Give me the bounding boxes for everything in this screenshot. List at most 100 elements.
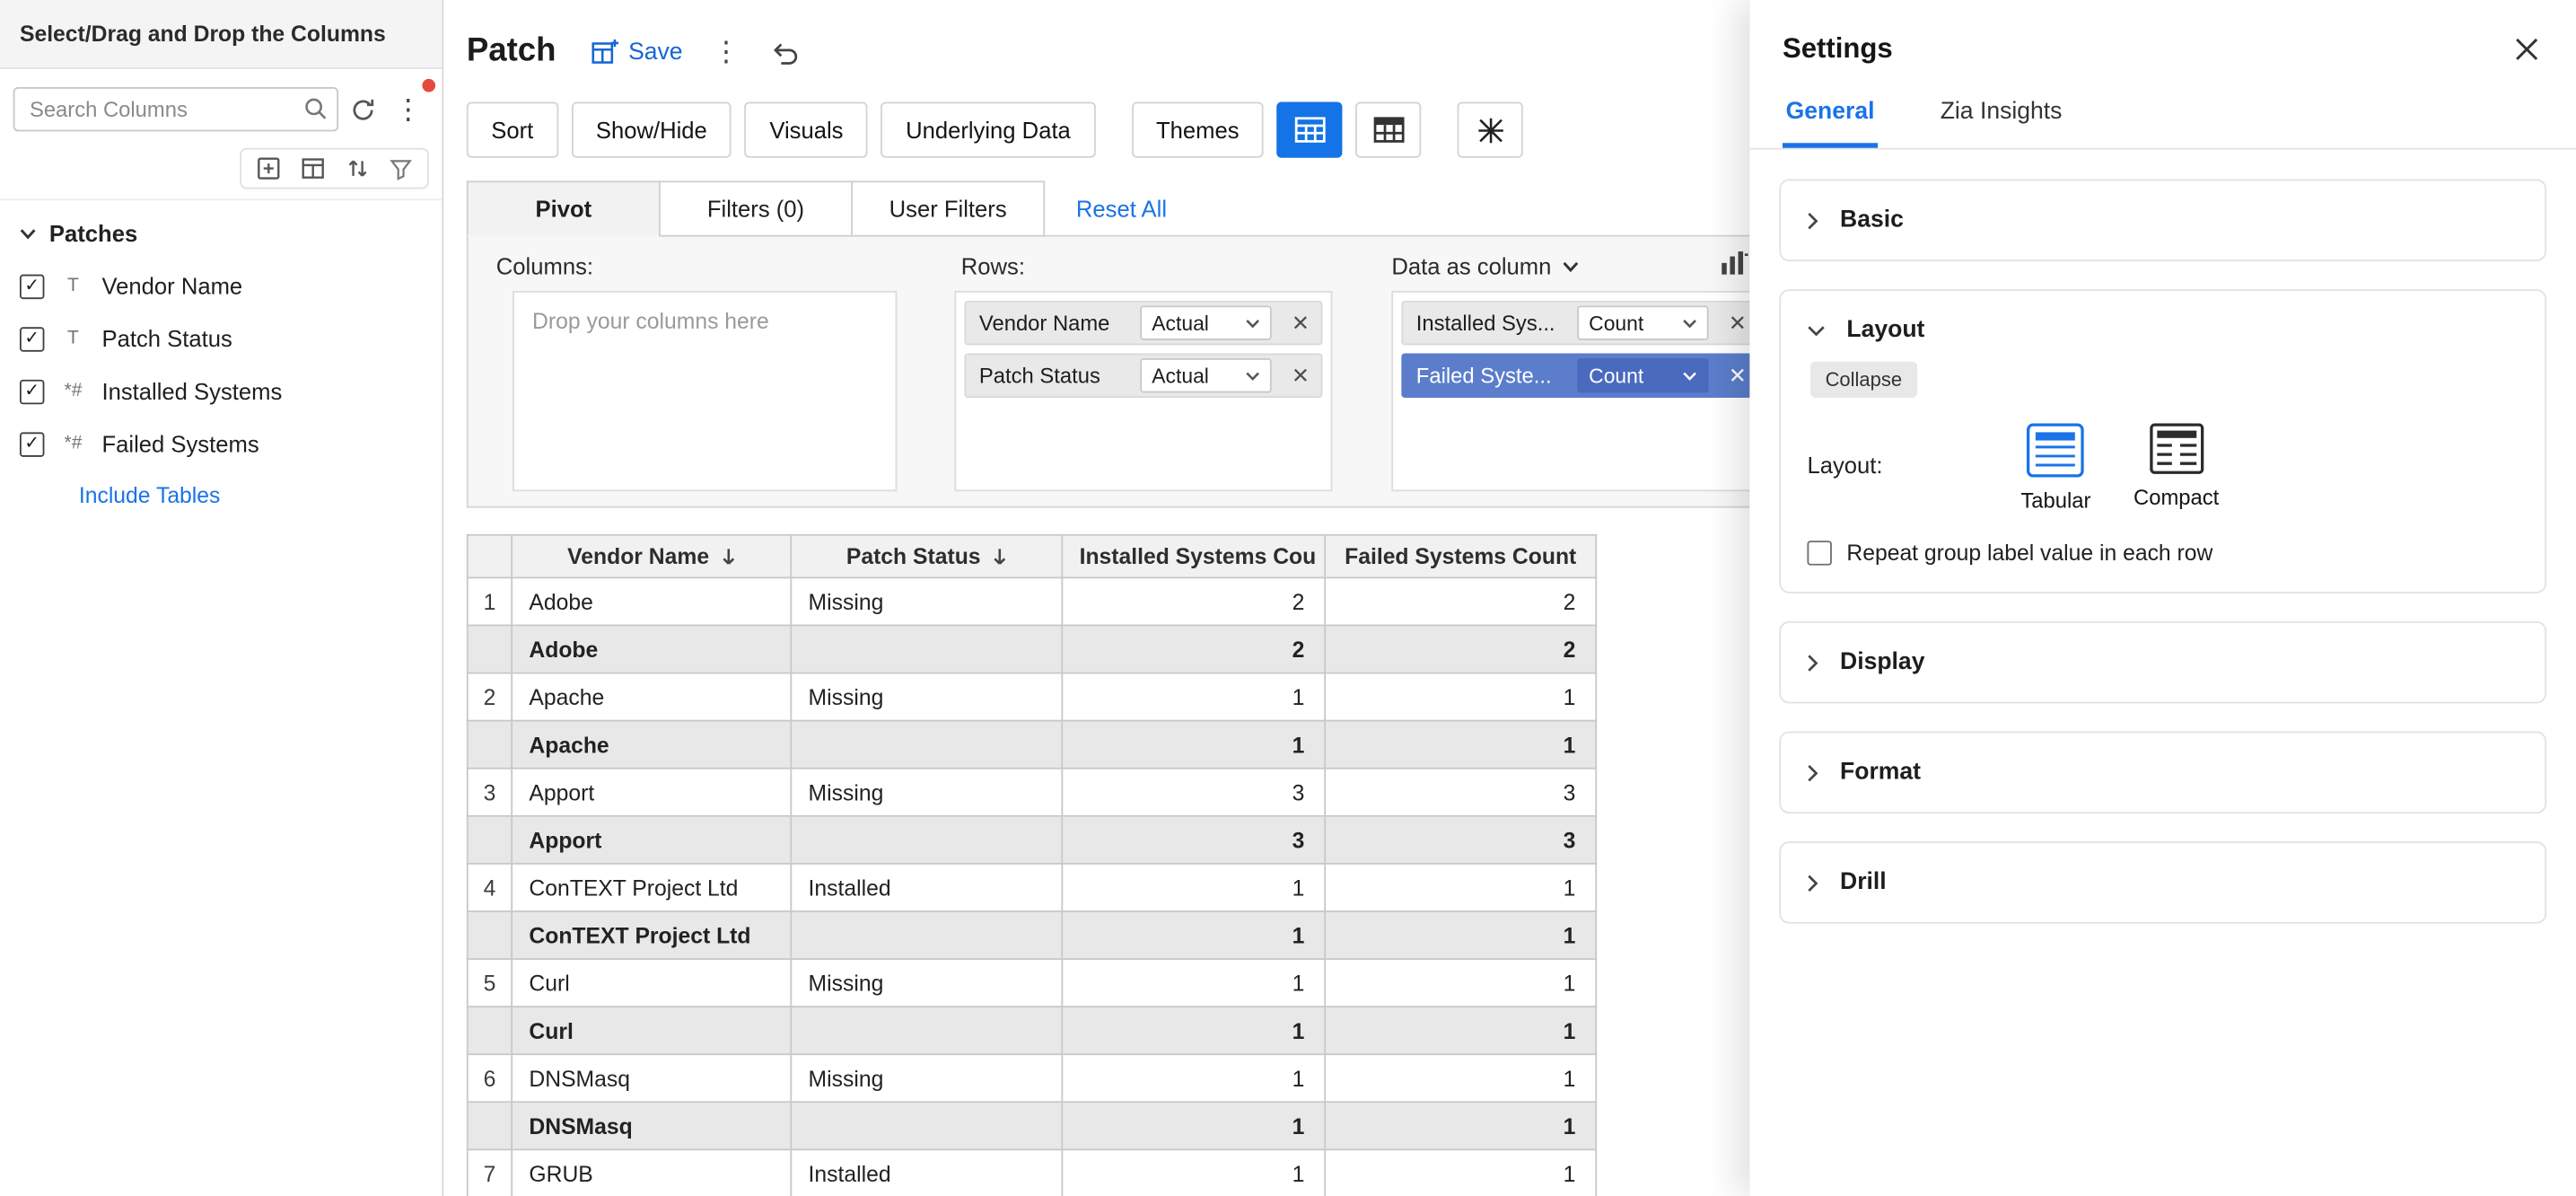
status-cell[interactable]: Missing [791, 1054, 1062, 1102]
status-cell[interactable]: Missing [791, 769, 1062, 816]
sidebar-menu-icon[interactable]: ⋮ [388, 92, 429, 126]
table-row[interactable]: 1 Adobe Missing 2 2 [468, 577, 1596, 625]
aggregate-select[interactable]: Count [1577, 305, 1708, 339]
section-basic-header[interactable]: Basic [1807, 207, 2519, 233]
table-view-icon[interactable] [294, 154, 332, 182]
installed-count-cell[interactable]: 2 [1062, 577, 1325, 625]
aggregate-select[interactable]: Count [1577, 358, 1708, 392]
table-row[interactable]: 6 DNSMasq Missing 1 1 [468, 1054, 1596, 1102]
checkbox-checked[interactable]: ✓ [20, 379, 44, 403]
failed-count-cell[interactable]: 2 [1325, 577, 1596, 625]
table-summary-row[interactable]: Curl 1 1 [468, 1007, 1596, 1054]
checkbox-checked[interactable]: ✓ [20, 431, 44, 455]
vendor-cell[interactable]: Apport [512, 769, 791, 816]
search-input[interactable] [13, 87, 338, 131]
show-hide-button[interactable]: Show/Hide [571, 101, 732, 157]
tabular-view-button[interactable] [1277, 101, 1343, 157]
aggregate-select[interactable]: Actual [1140, 358, 1271, 392]
checkbox-unchecked[interactable] [1807, 541, 1831, 565]
reset-all-link[interactable]: Reset All [1076, 196, 1167, 222]
installed-systems-header[interactable]: Installed Systems Cou [1062, 535, 1325, 578]
status-cell[interactable]: Missing [791, 673, 1062, 721]
data-chip-installed-systems[interactable]: Installed Sys... Count ✕ [1401, 301, 1759, 345]
table-summary-row[interactable]: DNSMasq 1 1 [468, 1102, 1596, 1149]
sort-columns-icon[interactable] [338, 154, 376, 182]
tab-filters[interactable]: Filters (0) [659, 180, 853, 236]
section-format-header[interactable]: Format [1807, 760, 2519, 786]
installed-count-cell[interactable]: 1 [1062, 1054, 1325, 1102]
checkbox-checked[interactable]: ✓ [20, 326, 44, 350]
sort-button[interactable]: Sort [467, 101, 558, 157]
failed-count-cell[interactable]: 1 [1325, 959, 1596, 1007]
field-item-vendor-name[interactable]: ✓ T Vendor Name [20, 259, 425, 312]
data-dropzone[interactable]: Installed Sys... Count ✕ Failed Syste...… [1391, 291, 1769, 491]
status-cell[interactable]: Missing [791, 577, 1062, 625]
failed-count-cell[interactable]: 1 [1325, 864, 1596, 911]
tree-group-patches[interactable]: Patches [20, 215, 425, 259]
compact-view-button[interactable] [1356, 101, 1422, 157]
table-row[interactable]: 4 ConTEXT Project Ltd Installed 1 1 [468, 864, 1596, 911]
status-cell[interactable]: Installed [791, 864, 1062, 911]
aggregate-select[interactable]: Actual [1140, 305, 1271, 339]
row-chip-vendor-name[interactable]: Vendor Name Actual ✕ [964, 301, 1322, 345]
add-table-icon[interactable] [250, 154, 287, 182]
checkbox-checked[interactable]: ✓ [20, 274, 44, 298]
themes-button[interactable]: Themes [1132, 101, 1264, 157]
installed-count-cell[interactable]: 1 [1062, 864, 1325, 911]
tab-zia-insights[interactable]: Zia Insights [1937, 85, 2065, 148]
close-icon[interactable] [2514, 36, 2540, 62]
undo-icon[interactable] [770, 39, 800, 65]
patch-status-header[interactable]: Patch Status [791, 535, 1062, 578]
table-summary-row[interactable]: Adobe 2 2 [468, 625, 1596, 673]
installed-count-cell[interactable]: 1 [1062, 959, 1325, 1007]
installed-count-cell[interactable]: 3 [1062, 769, 1325, 816]
autofit-button[interactable] [1458, 101, 1523, 157]
filter-icon[interactable] [382, 155, 418, 181]
data-chip-failed-systems[interactable]: Failed Syste... Count ✕ [1401, 354, 1759, 398]
vendor-cell[interactable]: ConTEXT Project Ltd [512, 864, 791, 911]
failed-count-cell[interactable]: 1 [1325, 673, 1596, 721]
table-summary-row[interactable]: Apport 3 3 [468, 816, 1596, 864]
vendor-cell[interactable]: Apache [512, 673, 791, 721]
failed-count-cell[interactable]: 1 [1325, 1054, 1596, 1102]
remove-chip-icon[interactable]: ✕ [1280, 310, 1321, 336]
search-columns-box[interactable] [13, 87, 338, 131]
underlying-data-button[interactable]: Underlying Data [881, 101, 1096, 157]
tab-pivot[interactable]: Pivot [467, 180, 661, 236]
columns-dropzone[interactable]: Drop your columns here [513, 291, 897, 491]
table-row[interactable]: 5 Curl Missing 1 1 [468, 959, 1596, 1007]
tab-general[interactable]: General [1783, 85, 1878, 148]
table-summary-row[interactable]: Apache 1 1 [468, 721, 1596, 769]
remove-chip-icon[interactable]: ✕ [1280, 363, 1321, 389]
section-drill-header[interactable]: Drill [1807, 869, 2519, 895]
sort-desc-icon[interactable] [992, 547, 1006, 567]
layout-option-compact[interactable]: Compact [2134, 422, 2219, 513]
vendor-cell[interactable]: Adobe [512, 577, 791, 625]
section-layout-header[interactable]: Layout [1807, 317, 2519, 343]
include-tables-link[interactable]: Include Tables [79, 483, 221, 507]
visuals-button[interactable]: Visuals [745, 101, 868, 157]
failed-count-cell[interactable]: 3 [1325, 769, 1596, 816]
sort-desc-icon[interactable] [721, 547, 735, 567]
layout-option-tabular[interactable]: Tabular [2020, 422, 2090, 513]
installed-count-cell[interactable]: 1 [1062, 673, 1325, 721]
installed-count-cell[interactable]: 1 [1062, 1149, 1325, 1196]
vendor-name-header[interactable]: Vendor Name [512, 535, 791, 578]
field-item-failed-systems[interactable]: ✓ *# Failed Systems [20, 418, 425, 470]
data-as-column-dropdown[interactable]: Data as column [1391, 253, 1579, 279]
failed-systems-header[interactable]: Failed Systems Count [1325, 535, 1596, 578]
table-row[interactable]: 2 Apache Missing 1 1 [468, 673, 1596, 721]
status-cell[interactable]: Missing [791, 959, 1062, 1007]
chart-settings-icon[interactable] [1720, 250, 1749, 276]
vendor-cell[interactable]: DNSMasq [512, 1054, 791, 1102]
refresh-icon[interactable] [350, 96, 376, 122]
table-row[interactable]: 7 GRUB Installed 1 1 [468, 1149, 1596, 1196]
save-button[interactable]: Save [592, 38, 683, 66]
failed-count-cell[interactable]: 1 [1325, 1149, 1596, 1196]
vendor-cell[interactable]: Curl [512, 959, 791, 1007]
rows-dropzone[interactable]: Vendor Name Actual ✕ Patch Status Actual… [954, 291, 1332, 491]
section-display-header[interactable]: Display [1807, 649, 2519, 675]
status-cell[interactable]: Installed [791, 1149, 1062, 1196]
table-row[interactable]: 3 Apport Missing 3 3 [468, 769, 1596, 816]
more-options-icon[interactable]: ⋮ [705, 35, 747, 68]
